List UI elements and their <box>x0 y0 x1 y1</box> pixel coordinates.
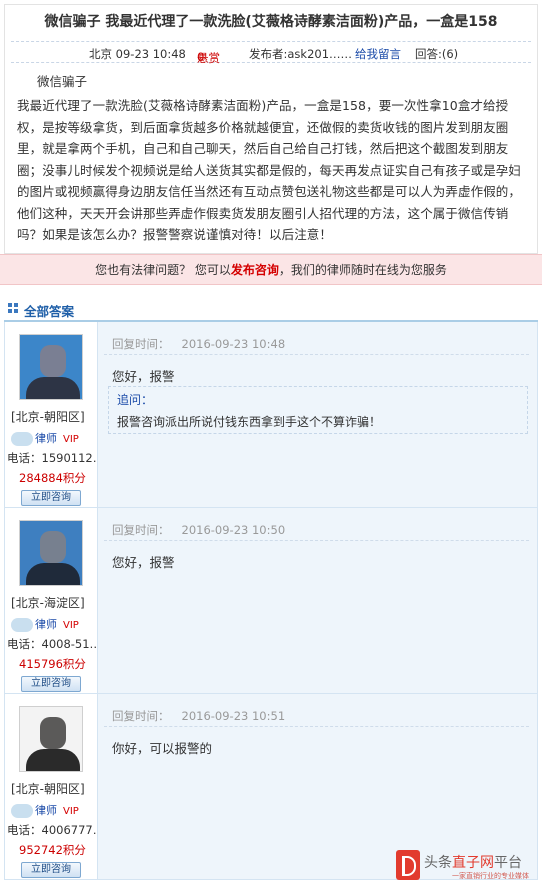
name-blur <box>11 804 33 818</box>
lawyer-region: [北京-朝阳区] <box>11 410 85 424</box>
question-poster: 发布者:ask201…… <box>249 47 353 61</box>
reply-time: 回复时间： 2016-09-23 10:48 <box>112 336 285 352</box>
question-city-time: 北京 09-23 10:48 <box>89 47 186 61</box>
legal-bar-suffix: ，我们的律师随时在线为您服务 <box>278 263 447 277</box>
logo-icon <box>396 850 420 880</box>
reply-time-value: 2016-09-23 10:48 <box>181 337 286 351</box>
lawyer-avatar[interactable] <box>19 520 83 586</box>
question-panel: 微信骗子 我最近代理了一款洗脸(艾薇格诗酵素洁面粉)产品，一盒是158 北京 0… <box>4 4 538 254</box>
divider <box>104 354 529 355</box>
lawyer-name-line: 律师 VIP <box>11 802 79 818</box>
lawyer-card: [北京-朝阳区] 律师 VIP 电话：1590112… 284884积分 立即咨询 <box>5 322 98 507</box>
followup-box: 追问： 报警咨询派出所说付钱东西拿到手这个不算诈骗！ <box>108 386 528 434</box>
lawyer-phone: 电话：1590112… <box>7 451 97 465</box>
question-meta-bar: 北京 09-23 10:48 悬赏 0 发布者:ask201…… 给我留言 回答… <box>11 41 531 65</box>
watermark: 头条直子网平台 一家直销行业的专业媒体 <box>394 848 538 884</box>
answers-header: 全部答案 <box>4 298 538 322</box>
legal-bar-prefix: 您也有法律问题？ 您可以 <box>95 263 231 277</box>
lawyer-points: 415796积分 <box>19 657 86 671</box>
question-title: 微信骗子 我最近代理了一款洗脸(艾薇格诗酵素洁面粉)产品，一盒是158 <box>44 14 498 30</box>
leave-message-link[interactable]: 给我留言 <box>355 46 401 62</box>
watermark-subtitle: 一家直销行业的专业媒体 <box>452 872 529 880</box>
lawyer-phone: 电话：4006777… <box>7 823 97 837</box>
question-body: 我最近代理了一款洗脸(艾薇格诗酵素洁面粉)产品，一盒是158，要一次性拿10盒才… <box>17 98 522 242</box>
lawyer-name-line: 律师 VIP <box>11 616 79 632</box>
lawyer-points: 284884积分 <box>19 471 86 485</box>
consult-now-button[interactable]: 立即咨询 <box>21 676 81 692</box>
followup-text: 报警咨询派出所说付钱东西拿到手这个不算诈骗！ <box>117 415 382 429</box>
consult-now-button[interactable]: 立即咨询 <box>21 862 81 878</box>
reply-text: 你好，可以报警的 <box>112 741 213 756</box>
vip-badge: VIP <box>63 806 79 817</box>
question-intro: 微信骗子 <box>37 74 88 89</box>
name-blur <box>11 618 33 632</box>
lawyer-card: [北京-海淀区] 律师 VIP 电话：4008-51… 415796积分 立即咨询 <box>5 508 98 693</box>
reply-time: 回复时间： 2016-09-23 10:50 <box>112 522 285 538</box>
answer-item: [北京-海淀区] 律师 VIP 电话：4008-51… 415796积分 立即咨询… <box>4 508 538 694</box>
lawyer-avatar[interactable] <box>19 706 83 772</box>
reply-time-label: 回复时间： <box>112 523 170 537</box>
lawyer-title[interactable]: 律师 <box>35 432 57 445</box>
reply-time-value: 2016-09-23 10:50 <box>181 523 286 537</box>
lawyer-avatar[interactable] <box>19 334 83 400</box>
consult-now-button[interactable]: 立即咨询 <box>21 490 81 506</box>
reply-panel: 回复时间： 2016-09-23 10:50 您好，报警 <box>98 508 537 693</box>
lawyer-title[interactable]: 律师 <box>35 804 57 817</box>
vip-badge: VIP <box>63 620 79 631</box>
answers-count: 回答:(6) <box>415 47 459 61</box>
vip-badge: VIP <box>63 434 79 445</box>
lawyer-region: [北京-朝阳区] <box>11 782 85 796</box>
legal-consult-bar: 您也有法律问题？ 您可以发布咨询，我们的律师随时在线为您服务 <box>0 254 542 285</box>
grid-icon <box>8 303 18 313</box>
divider <box>104 540 529 541</box>
lawyer-phone: 电话：4008-51… <box>7 637 97 651</box>
answers-header-title: 全部答案 <box>24 304 75 319</box>
lawyer-title[interactable]: 律师 <box>35 618 57 631</box>
name-blur <box>11 432 33 446</box>
reply-text: 您好，报警 <box>112 555 175 570</box>
divider <box>104 726 529 727</box>
reply-time-value: 2016-09-23 10:51 <box>181 709 286 723</box>
answer-item: [北京-朝阳区] 律师 VIP 电话：1590112… 284884积分 立即咨询… <box>4 322 538 508</box>
lawyer-card: [北京-朝阳区] 律师 VIP 电话：4006777… 952742积分 立即咨询 <box>5 694 98 879</box>
lawyer-region: [北京-海淀区] <box>11 596 85 610</box>
reply-panel: 回复时间： 2016-09-23 10:48 您好，报警 追问： 报警咨询派出所说… <box>98 322 537 507</box>
reply-text: 您好，报警 <box>112 369 175 384</box>
lawyer-points: 952742积分 <box>19 843 86 857</box>
post-consult-link[interactable]: 发布咨询 <box>231 263 279 277</box>
reward-value: 0 <box>197 50 205 64</box>
reply-time-label: 回复时间： <box>112 709 170 723</box>
reply-time-label: 回复时间： <box>112 337 170 351</box>
lawyer-name-line: 律师 VIP <box>11 430 79 446</box>
watermark-suffix: 平台 <box>494 855 522 871</box>
watermark-prefix: 头条 <box>424 855 452 871</box>
reply-time: 回复时间： 2016-09-23 10:51 <box>112 708 285 724</box>
followup-label: 追问： <box>117 393 154 407</box>
watermark-brand: 直子网 <box>452 855 494 871</box>
watermark-text: 头条直子网平台 <box>424 852 522 872</box>
